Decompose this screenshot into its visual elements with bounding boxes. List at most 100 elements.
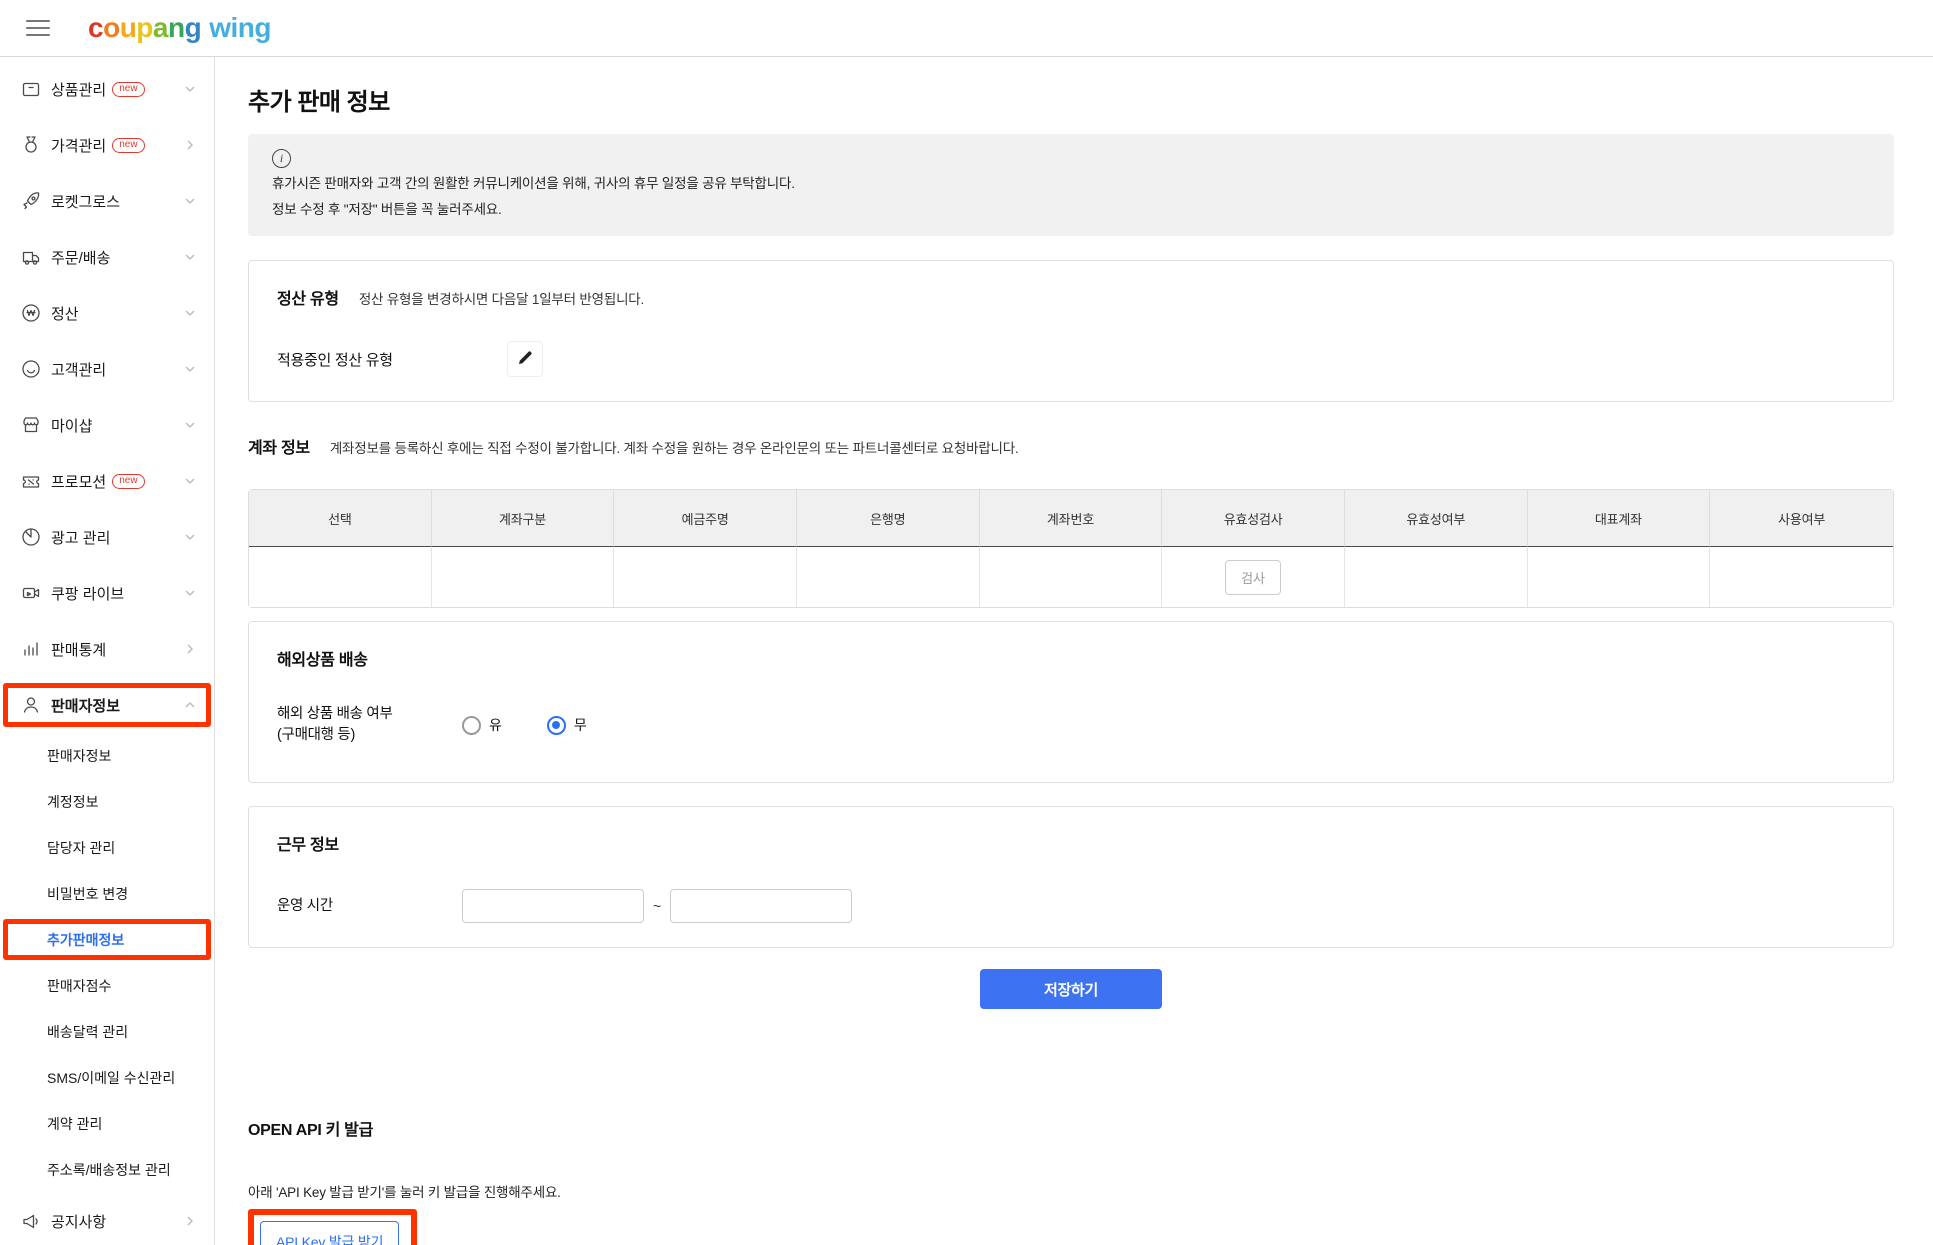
overseas-shipping-title: 해외상품 배송 bbox=[277, 646, 368, 670]
radio-unselected-icon[interactable] bbox=[462, 716, 481, 735]
chevron-down-icon bbox=[184, 307, 196, 319]
save-button[interactable]: 저장하기 bbox=[980, 969, 1162, 1009]
edit-settlement-button[interactable] bbox=[507, 341, 543, 377]
chevron-right-icon bbox=[184, 643, 196, 655]
sidebar-item-orders-shipping[interactable]: 주문/배송 bbox=[0, 229, 214, 285]
submenu-item-address-book[interactable]: 주소록/배송정보 관리 bbox=[0, 1147, 214, 1193]
rocket-icon bbox=[20, 190, 42, 212]
sidebar-item-customer-management[interactable]: 고객관리 bbox=[0, 341, 214, 397]
logo-wing-text: wing bbox=[209, 12, 271, 44]
chevron-down-icon bbox=[184, 83, 196, 95]
submenu-item-contract-management[interactable]: 계약 관리 bbox=[0, 1101, 214, 1147]
submenu-item-seller-info[interactable]: 판매자정보 bbox=[0, 733, 214, 779]
chevron-down-icon bbox=[184, 419, 196, 431]
submenu-label: 담당자 관리 bbox=[47, 838, 115, 858]
submenu-label: 판매자정보 bbox=[47, 746, 111, 766]
cell-account-number bbox=[980, 547, 1163, 607]
sidebar-item-label: 주문/배송 bbox=[51, 247, 110, 268]
logo-letter: o bbox=[103, 12, 120, 44]
applied-settlement-label: 적용중인 정산 유형 bbox=[277, 349, 507, 370]
sidebar-item-label: 판매통계 bbox=[51, 639, 106, 660]
sidebar-item-notices[interactable]: 공지사항 bbox=[0, 1193, 214, 1245]
package-icon bbox=[20, 78, 42, 100]
sidebar-item-sales-statistics[interactable]: 판매통계 bbox=[0, 621, 214, 677]
chevron-down-icon bbox=[184, 475, 196, 487]
submenu-item-manager-management[interactable]: 담당자 관리 bbox=[0, 825, 214, 871]
sidebar-item-rocket-growth[interactable]: 로켓그로스 bbox=[0, 173, 214, 229]
chevron-down-icon bbox=[184, 587, 196, 599]
sidebar-item-label: 프로모션 bbox=[51, 471, 106, 492]
operating-hours-label: 운영 시간 bbox=[277, 896, 462, 917]
pencil-icon bbox=[516, 349, 534, 370]
sidebar-item-label: 가격관리 bbox=[51, 135, 106, 156]
notice-line2: 정보 수정 후 "저장" 버튼을 꼭 눌러주세요. bbox=[272, 199, 1870, 220]
sidebar-item-settlement[interactable]: 정산 bbox=[0, 285, 214, 341]
submenu-item-account-info[interactable]: 계정정보 bbox=[0, 779, 214, 825]
submenu-label: SMS/이메일 수신관리 bbox=[47, 1068, 175, 1088]
sidebar-item-promotion[interactable]: 프로모션 new bbox=[0, 453, 214, 509]
cell-select bbox=[249, 547, 432, 607]
sidebar-item-label: 로켓그로스 bbox=[51, 191, 120, 212]
column-holder-name: 예금주명 bbox=[614, 490, 797, 547]
submenu-item-password-change[interactable]: 비밀번호 변경 bbox=[0, 871, 214, 917]
coupon-icon bbox=[20, 470, 42, 492]
chevron-down-icon bbox=[184, 195, 196, 207]
chevron-up-icon bbox=[184, 699, 196, 711]
submenu-label: 계약 관리 bbox=[47, 1114, 102, 1134]
submenu-item-shipping-calendar[interactable]: 배송달력 관리 bbox=[0, 1009, 214, 1055]
ad-pie-icon bbox=[20, 526, 42, 548]
sidebar-item-seller-info[interactable]: 판매자정보 bbox=[0, 677, 214, 733]
open-api-title: OPEN API 키 발급 bbox=[248, 1116, 1894, 1140]
notice-box: i 휴가시즌 판매자와 고객 간의 원활한 커뮤니케이션을 위해, 귀사의 휴무… bbox=[248, 134, 1894, 236]
operating-hours-end-input[interactable] bbox=[670, 889, 852, 923]
submenu-label: 계정정보 bbox=[47, 792, 99, 812]
radio-label: 무 bbox=[574, 715, 587, 735]
radio-option-no[interactable]: 무 bbox=[547, 715, 587, 735]
column-select: 선택 bbox=[249, 490, 432, 547]
radio-option-yes[interactable]: 유 bbox=[462, 715, 502, 735]
sidebar-item-product-management[interactable]: 상품관리 new bbox=[0, 61, 214, 117]
chevron-right-icon bbox=[184, 1215, 196, 1227]
logo-letter: c bbox=[88, 12, 103, 44]
account-info-title: 계좌 정보 bbox=[248, 434, 310, 458]
radio-selected-icon[interactable] bbox=[547, 716, 566, 735]
megaphone-icon bbox=[20, 1210, 42, 1232]
person-icon bbox=[20, 694, 42, 716]
validate-button[interactable]: 검사 bbox=[1225, 560, 1281, 595]
submenu-item-sms-email-settings[interactable]: SMS/이메일 수신관리 bbox=[0, 1055, 214, 1101]
seller-info-submenu: 판매자정보 계정정보 담당자 관리 비밀번호 변경 추가판매정보 판매자점수 배… bbox=[0, 733, 214, 1193]
column-validation-check: 유효성검사 bbox=[1162, 490, 1345, 547]
cell-in-use bbox=[1710, 547, 1893, 607]
api-key-issue-button[interactable]: API Key 발급 받기 bbox=[260, 1221, 399, 1245]
medal-icon bbox=[20, 134, 42, 156]
cell-bank-name bbox=[797, 547, 980, 607]
hamburger-menu-icon[interactable] bbox=[26, 20, 50, 36]
radio-label: 유 bbox=[489, 715, 502, 735]
account-info-description: 계좌정보를 등록하신 후에는 직접 수정이 불가합니다. 계좌 수정을 원하는 … bbox=[330, 437, 1019, 457]
new-badge: new bbox=[112, 474, 144, 489]
settlement-type-title: 정산 유형 bbox=[277, 285, 339, 309]
top-header: c o u p a n g wing bbox=[0, 0, 1933, 57]
sidebar-nav: 상품관리 new 가격관리 new 로켓그로스 주문/배송 정산 고객관리 마이… bbox=[0, 57, 215, 1245]
submenu-item-seller-score[interactable]: 판매자점수 bbox=[0, 963, 214, 1009]
cell-primary-account bbox=[1528, 547, 1711, 607]
sidebar-item-label: 마이샵 bbox=[51, 415, 92, 436]
sidebar-item-ad-management[interactable]: 광고 관리 bbox=[0, 509, 214, 565]
chevron-right-icon bbox=[184, 139, 196, 151]
submenu-item-additional-sales-info[interactable]: 추가판매정보 bbox=[0, 917, 214, 963]
sidebar-item-coupang-live[interactable]: 쿠팡 라이브 bbox=[0, 565, 214, 621]
sidebar-item-price-management[interactable]: 가격관리 new bbox=[0, 117, 214, 173]
smiley-icon bbox=[20, 358, 42, 380]
work-info-card: 근무 정보 운영 시간 ~ bbox=[248, 806, 1894, 948]
cell-holder-name bbox=[614, 547, 797, 607]
tilde-separator: ~ bbox=[653, 898, 661, 914]
truck-icon bbox=[20, 246, 42, 268]
new-badge: new bbox=[112, 138, 144, 153]
operating-hours-start-input[interactable] bbox=[462, 889, 644, 923]
bar-chart-icon bbox=[20, 638, 42, 660]
logo-letter: g bbox=[185, 12, 202, 44]
column-validity: 유효성여부 bbox=[1345, 490, 1528, 547]
sidebar-item-my-shop[interactable]: 마이샵 bbox=[0, 397, 214, 453]
info-icon: i bbox=[272, 149, 291, 168]
coupang-wing-logo[interactable]: c o u p a n g wing bbox=[88, 12, 271, 44]
